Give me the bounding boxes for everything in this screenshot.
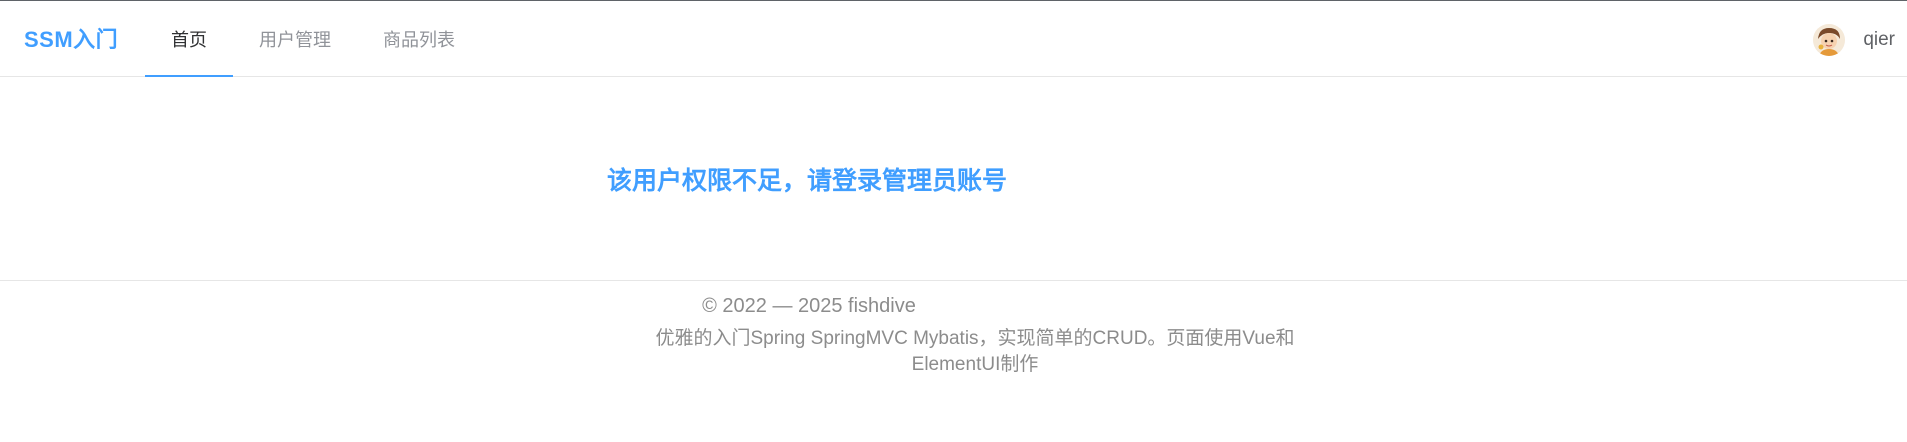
user-avatar-icon[interactable] bbox=[1813, 24, 1846, 56]
footer: © 2022 — 2025 fishdive 优雅的入门Spring Sprin… bbox=[0, 280, 1907, 442]
page: SSM入门 首页 用户管理 商品列表 qier 该用户权限不足，请登录管理员账号… bbox=[0, 0, 1907, 442]
permission-denied-message: 该用户权限不足，请登录管理员账号 bbox=[607, 167, 1008, 195]
brand-logo[interactable]: SSM入门 bbox=[24, 25, 118, 55]
main-content: 该用户权限不足，请登录管理员账号 bbox=[0, 78, 1907, 280]
nav-item-user-management[interactable]: 用户管理 bbox=[233, 1, 357, 77]
username[interactable]: qier bbox=[1863, 29, 1895, 51]
user-menu[interactable]: qier bbox=[1813, 23, 1895, 57]
footer-description: 优雅的入门Spring SpringMVC Mybatis，实现简单的CRUD。… bbox=[655, 328, 1295, 375]
top-navbar: SSM入门 首页 用户管理 商品列表 qier bbox=[0, 1, 1907, 77]
nav-item-home[interactable]: 首页 bbox=[145, 1, 233, 77]
main-nav: 首页 用户管理 商品列表 bbox=[145, 1, 481, 77]
nav-item-product-list[interactable]: 商品列表 bbox=[357, 1, 481, 77]
copyright-text: © 2022 — 2025 fishdive bbox=[702, 295, 916, 317]
